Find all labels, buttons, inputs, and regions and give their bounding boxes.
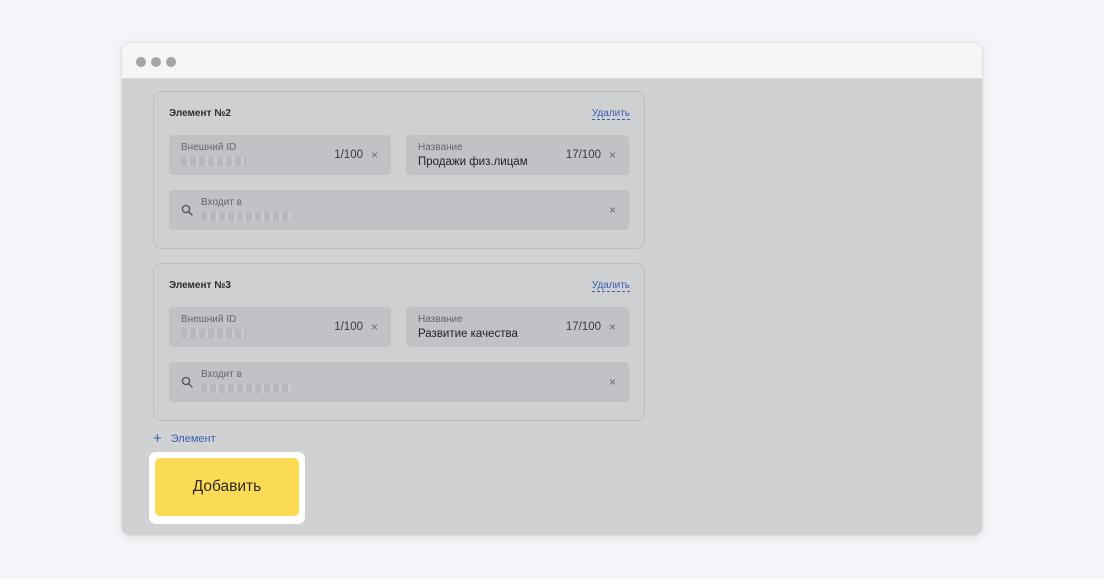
name-field[interactable]: Название Развитие качества 17/100 ×: [406, 307, 629, 347]
window-dot: [166, 57, 176, 67]
element-card-title: Элемент №3: [169, 280, 231, 291]
search-icon: [181, 204, 193, 216]
redacted-value: [181, 157, 247, 166]
external-id-label: Внешний ID: [181, 142, 237, 153]
window-dot: [151, 57, 161, 67]
clear-icon[interactable]: ×: [371, 148, 378, 162]
name-label: Название: [418, 314, 463, 325]
element-card: Элемент №2 Удалить Внешний ID 1/100 × На…: [153, 91, 645, 249]
element-card: Элемент №3 Удалить Внешний ID 1/100 × На…: [153, 263, 645, 421]
includes-label: Входит в: [201, 369, 242, 380]
name-value: Развитие качества: [418, 328, 518, 340]
redacted-value: [181, 329, 247, 338]
window-titlebar: [122, 43, 982, 79]
name-value: Продажи физ.лицам: [418, 156, 528, 168]
search-icon: [181, 376, 193, 388]
redacted-value: [201, 384, 291, 393]
name-field[interactable]: Название Продажи физ.лицам 17/100 ×: [406, 135, 629, 175]
char-counter: 1/100: [334, 321, 363, 333]
highlight-frame: Добавить: [149, 452, 305, 524]
clear-icon[interactable]: ×: [609, 203, 616, 217]
add-button[interactable]: Добавить: [155, 458, 299, 516]
clear-icon[interactable]: ×: [609, 375, 616, 389]
add-element-link[interactable]: + Элемент: [153, 430, 216, 447]
char-counter: 1/100: [334, 149, 363, 161]
name-label: Название: [418, 142, 463, 153]
char-counter: 17/100: [565, 149, 601, 161]
element-card-title: Элемент №2: [169, 108, 231, 119]
clear-icon[interactable]: ×: [609, 148, 616, 162]
includes-search-field[interactable]: Входит в ×: [169, 362, 629, 402]
includes-search-field[interactable]: Входит в ×: [169, 190, 629, 230]
delete-element-link[interactable]: Удалить: [591, 280, 630, 292]
delete-element-link[interactable]: Удалить: [591, 108, 630, 120]
external-id-field[interactable]: Внешний ID 1/100 ×: [169, 135, 391, 175]
clear-icon[interactable]: ×: [609, 320, 616, 334]
redacted-value: [201, 212, 291, 221]
clear-icon[interactable]: ×: [371, 320, 378, 334]
window-dot: [136, 57, 146, 67]
add-element-label: Элемент: [170, 433, 216, 445]
external-id-field[interactable]: Внешний ID 1/100 ×: [169, 307, 391, 347]
external-id-label: Внешний ID: [181, 314, 237, 325]
plus-icon: +: [153, 430, 162, 447]
includes-label: Входит в: [201, 197, 242, 208]
char-counter: 17/100: [565, 321, 601, 333]
browser-window: Элемент №2 Удалить Внешний ID 1/100 × На…: [122, 43, 982, 535]
